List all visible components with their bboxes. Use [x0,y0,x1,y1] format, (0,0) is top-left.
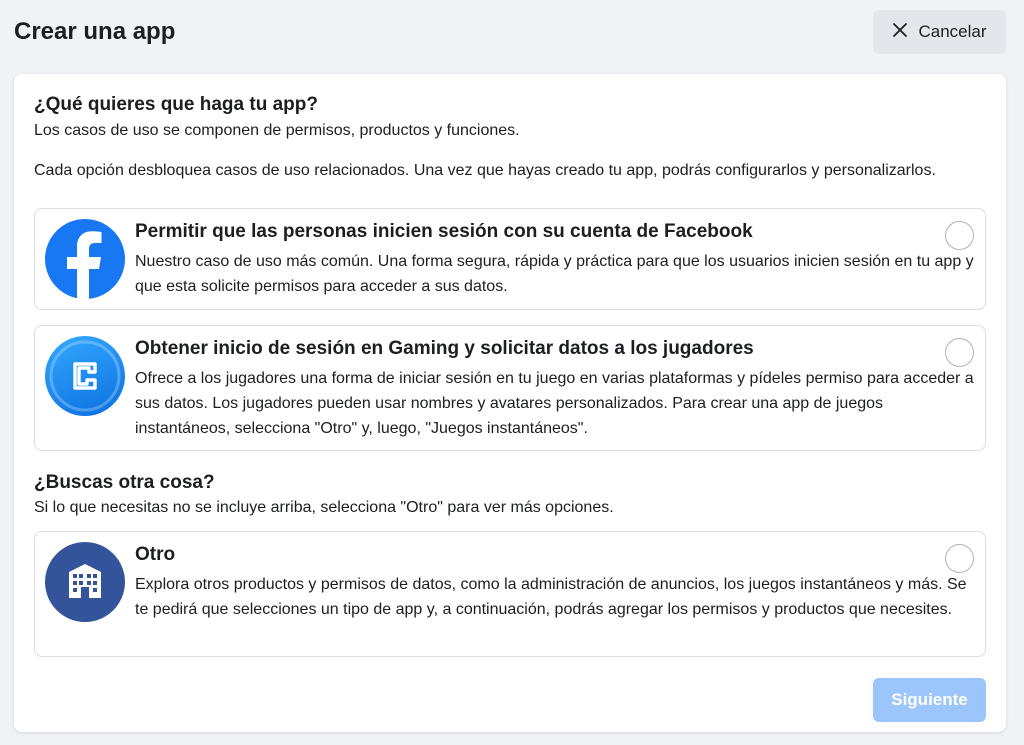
building-icon [45,542,125,622]
option-title: Obtener inicio de sesión en Gaming y sol… [135,338,754,359]
use-cases-description: Cada opción desbloquea casos de uso rela… [34,162,936,179]
option-radio[interactable] [945,338,974,367]
option-gaming-login[interactable]: Obtener inicio de sesión en Gaming y sol… [34,325,986,451]
other-heading: ¿Buscas otra cosa? [34,472,215,493]
use-cases-heading: ¿Qué quieres que haga tu app? [34,94,318,115]
page-title: Crear una app [14,18,176,45]
facebook-logo-icon [45,219,125,299]
option-description: Ofrece a los jugadores una forma de inic… [135,370,974,437]
gaming-icon [45,336,125,416]
option-radio[interactable] [945,221,974,250]
close-icon [892,22,908,43]
other-subtitle: Si lo que necesitas no se incluye arriba… [34,499,614,516]
cancel-label: Cancelar [918,22,987,41]
option-title: Otro [135,544,176,565]
option-description: Nuestro caso de uso más común. Una forma… [135,253,974,295]
cancel-button[interactable]: Cancelar [873,10,1006,54]
next-button[interactable]: Siguiente [873,678,986,722]
option-facebook-login[interactable]: Permitir que las personas inicien sesión… [34,208,986,310]
option-title: Permitir que las personas inicien sesión… [135,221,753,242]
create-app-panel: ¿Qué quieres que haga tu app? Los casos … [14,74,1006,732]
option-description: Explora otros productos y permisos de da… [135,576,967,618]
use-cases-subtitle: Los casos de uso se componen de permisos… [34,122,520,139]
option-other[interactable]: Otro Explora otros productos y permisos … [34,531,986,657]
option-radio[interactable] [945,544,974,573]
